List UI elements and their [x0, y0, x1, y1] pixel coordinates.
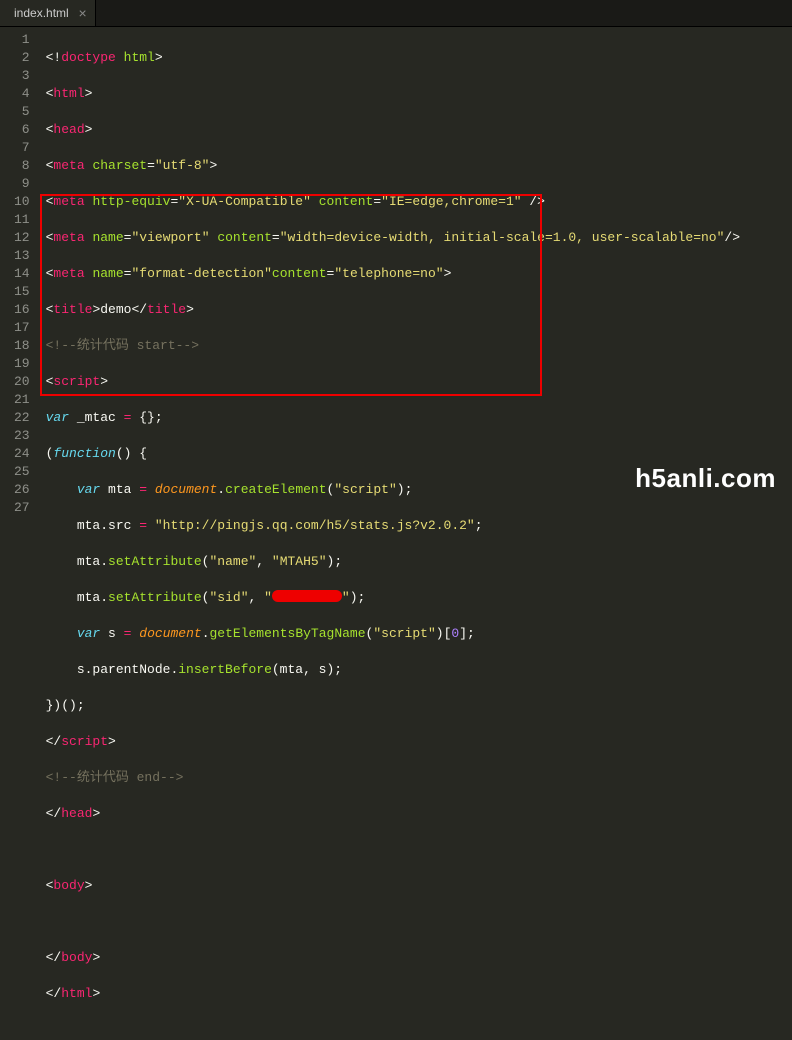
line-number: 18: [14, 337, 30, 355]
line-number: 8: [14, 157, 30, 175]
close-icon[interactable]: ×: [79, 6, 87, 20]
line-number: 10: [14, 193, 30, 211]
editor: 1234567891011121314151617181920212223242…: [0, 27, 792, 521]
tab-bar: index.html ×: [0, 0, 792, 27]
redacted-value: [272, 590, 342, 602]
line-number: 15: [14, 283, 30, 301]
line-number: 7: [14, 139, 30, 157]
line-number: 1: [14, 31, 30, 49]
watermark: h5anli.com: [635, 463, 776, 494]
tab-index-html[interactable]: index.html ×: [0, 0, 96, 26]
line-number: 21: [14, 391, 30, 409]
line-number: 26: [14, 481, 30, 499]
line-number: 5: [14, 103, 30, 121]
line-number: 16: [14, 301, 30, 319]
line-number: 27: [14, 499, 30, 517]
line-number: 25: [14, 463, 30, 481]
line-number: 13: [14, 247, 30, 265]
line-number: 22: [14, 409, 30, 427]
line-number: 19: [14, 355, 30, 373]
highlight-box: [40, 194, 542, 396]
line-number: 17: [14, 319, 30, 337]
line-number: 12: [14, 229, 30, 247]
line-number: 2: [14, 49, 30, 67]
line-number: 11: [14, 211, 30, 229]
line-number: 3: [14, 67, 30, 85]
line-number: 23: [14, 427, 30, 445]
line-number: 9: [14, 175, 30, 193]
line-number: 14: [14, 265, 30, 283]
line-number: 24: [14, 445, 30, 463]
line-number: 4: [14, 85, 30, 103]
tab-title: index.html: [14, 6, 69, 20]
line-number: 20: [14, 373, 30, 391]
line-number: 6: [14, 121, 30, 139]
code-area[interactable]: <!doctype html> <html> <head> <meta char…: [40, 27, 792, 521]
line-number-gutter: 1234567891011121314151617181920212223242…: [0, 27, 40, 521]
